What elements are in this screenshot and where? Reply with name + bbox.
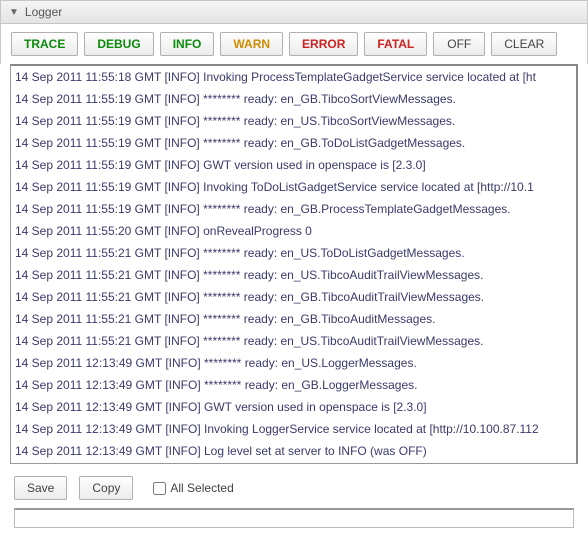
collapse-icon[interactable]: ▼ [9, 7, 19, 18]
all-selected-checkbox[interactable] [153, 482, 166, 495]
debug-button[interactable]: DEBUG [84, 32, 153, 56]
warn-button[interactable]: WARN [220, 32, 283, 56]
log-row[interactable]: 14 Sep 2011 12:13:49 GMT [INFO] GWT vers… [11, 396, 576, 418]
log-row[interactable]: 14 Sep 2011 11:55:19 GMT [INFO] ********… [11, 110, 576, 132]
log-row[interactable]: 14 Sep 2011 11:55:18 GMT [INFO] Invoking… [11, 66, 576, 88]
info-button[interactable]: INFO [160, 32, 215, 56]
save-button[interactable]: Save [14, 476, 67, 500]
log-row[interactable]: 14 Sep 2011 12:13:49 GMT [INFO] Log leve… [11, 440, 576, 462]
all-selected-label: All Selected [170, 481, 233, 495]
bottom-input-area [14, 508, 574, 528]
log-row[interactable]: 14 Sep 2011 12:13:49 GMT [INFO] ********… [11, 374, 576, 396]
log-row[interactable]: 14 Sep 2011 11:55:19 GMT [INFO] ********… [11, 198, 576, 220]
log-row[interactable]: 14 Sep 2011 11:55:19 GMT [INFO] GWT vers… [11, 154, 576, 176]
log-row[interactable]: 14 Sep 2011 11:55:21 GMT [INFO] ********… [11, 308, 576, 330]
trace-button[interactable]: TRACE [11, 32, 78, 56]
fatal-button[interactable]: FATAL [364, 32, 427, 56]
log-row[interactable]: 14 Sep 2011 11:55:20 GMT [INFO] onReveal… [11, 220, 576, 242]
toolbar: TRACE DEBUG INFO WARN ERROR FATAL OFF CL… [0, 24, 588, 64]
log-row[interactable]: 14 Sep 2011 12:13:49 GMT [INFO] Invoking… [11, 418, 576, 440]
panel-header: ▼ Logger [0, 0, 588, 24]
all-selected-wrap[interactable]: All Selected [153, 481, 233, 495]
panel-title: Logger [25, 5, 62, 19]
copy-button[interactable]: Copy [79, 476, 133, 500]
log-row[interactable]: 14 Sep 2011 11:55:21 GMT [INFO] ********… [11, 264, 576, 286]
error-button[interactable]: ERROR [289, 32, 358, 56]
clear-button[interactable]: CLEAR [491, 32, 557, 56]
log-row[interactable]: 14 Sep 2011 11:55:21 GMT [INFO] ********… [11, 242, 576, 264]
off-button[interactable]: OFF [433, 32, 485, 56]
log-row[interactable]: 14 Sep 2011 11:55:19 GMT [INFO] ********… [11, 132, 576, 154]
log-row[interactable]: 14 Sep 2011 11:55:21 GMT [INFO] ********… [11, 286, 576, 308]
bottom-input[interactable] [14, 508, 574, 528]
log-row[interactable]: 14 Sep 2011 12:13:49 GMT [INFO] ********… [11, 352, 576, 374]
log-row[interactable]: 14 Sep 2011 11:55:19 GMT [INFO] ********… [11, 88, 576, 110]
bottom-bar: Save Copy All Selected [0, 464, 588, 508]
log-row[interactable]: 14 Sep 2011 11:55:21 GMT [INFO] ********… [11, 330, 576, 352]
log-pane[interactable]: 14 Sep 2011 11:55:18 GMT [INFO] Invoking… [10, 64, 578, 464]
log-row[interactable]: 14 Sep 2011 12:15:25 GMT [INFO] Setting … [11, 462, 576, 464]
log-row[interactable]: 14 Sep 2011 11:55:19 GMT [INFO] Invoking… [11, 176, 576, 198]
